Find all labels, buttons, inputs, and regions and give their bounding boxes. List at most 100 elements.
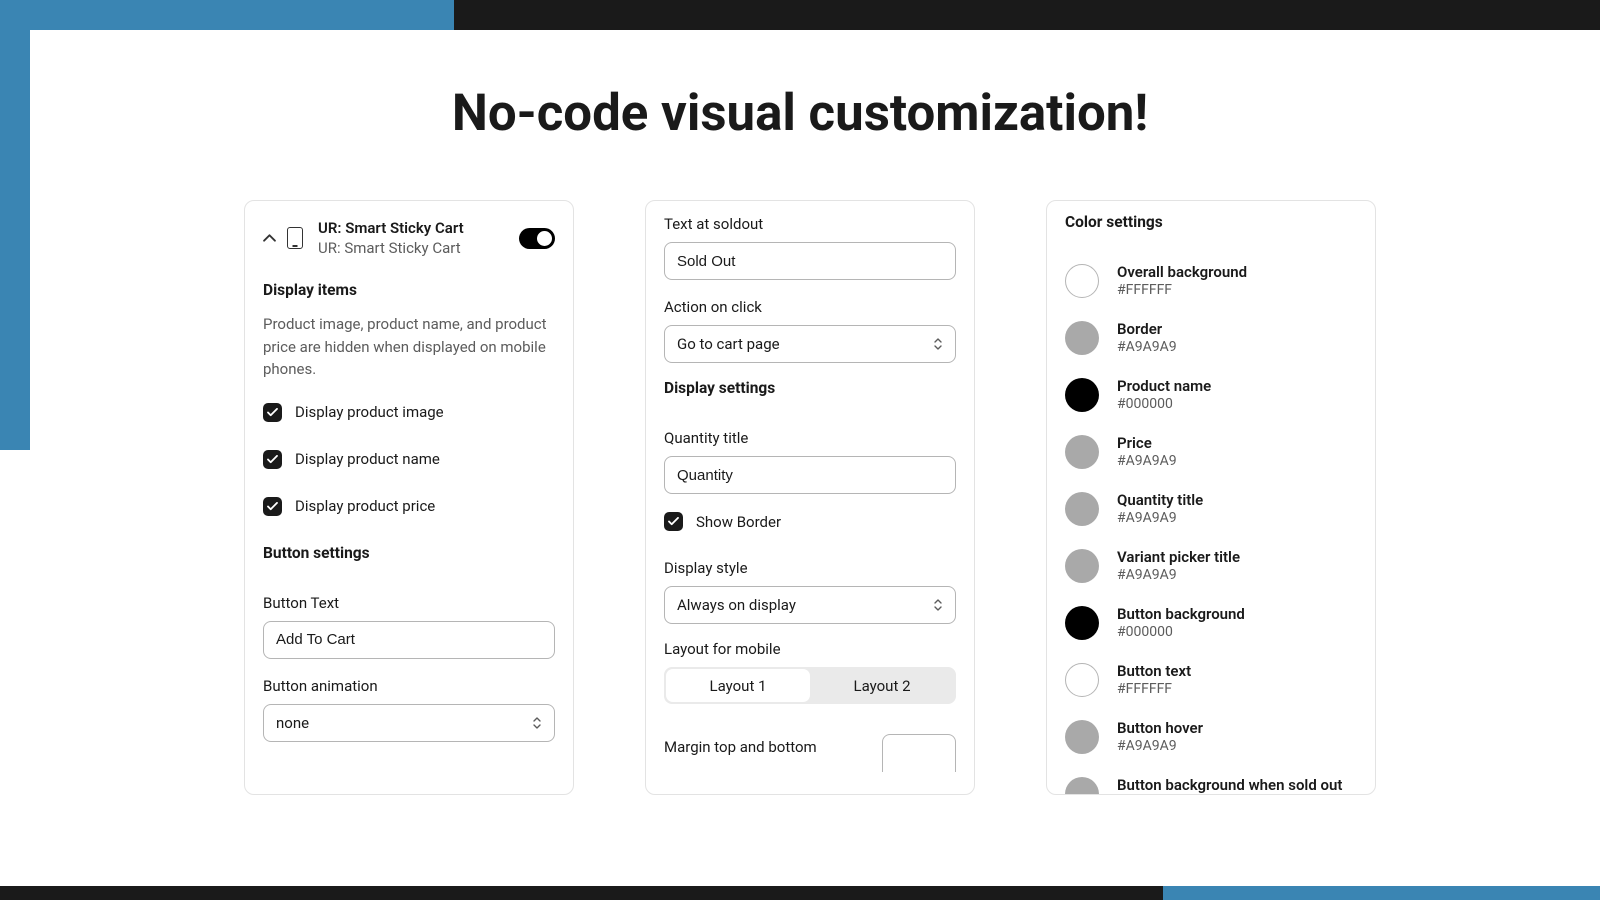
app-subtitle: UR: Smart Sticky Cart: [318, 239, 508, 257]
check-icon: [263, 450, 282, 469]
color-info: Button text#FFFFFF: [1117, 662, 1191, 697]
color-row[interactable]: Overall background#FFFFFF: [1065, 263, 1357, 298]
checkbox-label: Show Border: [696, 513, 781, 531]
color-label: Button background: [1117, 605, 1245, 623]
color-info: Variant picker title#A9A9A9: [1117, 548, 1240, 583]
color-info: Button background when sold out#A9A9A9: [1117, 776, 1342, 795]
color-hex: #A9A9A9: [1117, 738, 1203, 754]
layout-segmented-control: Layout 1 Layout 2: [664, 667, 956, 704]
panel-display-settings: Text at soldout Action on click Go to ca…: [645, 200, 975, 795]
layout-mobile-label: Layout for mobile: [664, 640, 956, 658]
checkbox-product-image[interactable]: Display product image: [263, 403, 555, 422]
color-swatch: [1065, 492, 1099, 526]
updown-icon: [933, 598, 943, 612]
color-label: Button hover: [1117, 719, 1203, 737]
app-enable-toggle[interactable]: [519, 228, 555, 249]
bg-accent-bottom-left: [0, 886, 1163, 900]
color-info: Border#A9A9A9: [1117, 320, 1177, 355]
canvas: No-code visual customization! UR: Smart …: [30, 30, 1570, 886]
color-hex: #A9A9A9: [1117, 339, 1177, 355]
color-swatch: [1065, 321, 1099, 355]
margin-row: Margin top and bottom: [664, 722, 956, 772]
color-swatch: [1065, 663, 1099, 697]
layout-1-button[interactable]: Layout 1: [666, 669, 810, 702]
color-label: Border: [1117, 320, 1177, 338]
chevron-up-icon[interactable]: [263, 232, 276, 245]
section-display-settings: Display settings: [664, 379, 956, 397]
color-hex: #000000: [1117, 624, 1245, 640]
color-swatch: [1065, 264, 1099, 298]
layout-2-button[interactable]: Layout 2: [810, 669, 954, 702]
checkbox-label: Display product image: [295, 403, 444, 421]
color-hex: #FFFFFF: [1117, 282, 1247, 298]
app-header: UR: Smart Sticky Cart UR: Smart Sticky C…: [263, 219, 555, 257]
panel-display-items: UR: Smart Sticky Cart UR: Smart Sticky C…: [244, 200, 574, 795]
button-animation-label: Button animation: [263, 677, 555, 695]
color-label: Product name: [1117, 377, 1211, 395]
color-swatch: [1065, 720, 1099, 754]
color-swatch: [1065, 435, 1099, 469]
soldout-text-input[interactable]: [664, 242, 956, 280]
checkbox-product-price[interactable]: Display product price: [263, 497, 555, 516]
button-animation-select[interactable]: none: [263, 704, 555, 742]
bg-accent-bottom-right: [1163, 886, 1600, 900]
quantity-title-input[interactable]: [664, 456, 956, 494]
updown-icon: [933, 337, 943, 351]
color-info: Overall background#FFFFFF: [1117, 263, 1247, 298]
color-hex: #000000: [1117, 396, 1211, 412]
color-row[interactable]: Button background when sold out#A9A9A9: [1065, 776, 1357, 795]
page-title: No-code visual customization!: [30, 84, 1570, 143]
color-info: Button background#000000: [1117, 605, 1245, 640]
color-label: Quantity title: [1117, 491, 1203, 509]
color-hex: #A9A9A9: [1117, 510, 1203, 526]
check-icon: [263, 403, 282, 422]
color-row[interactable]: Product name#000000: [1065, 377, 1357, 412]
bg-accent-top-right: [454, 0, 1600, 30]
check-icon: [664, 512, 683, 531]
color-list: Overall background#FFFFFFBorder#A9A9A9Pr…: [1065, 263, 1357, 795]
margin-input[interactable]: [882, 734, 956, 772]
updown-icon: [532, 716, 542, 730]
button-text-label: Button Text: [263, 594, 555, 612]
panel-color-settings: Color settings Overall background#FFFFFF…: [1046, 200, 1376, 795]
color-row[interactable]: Price#A9A9A9: [1065, 434, 1357, 469]
color-label: Button background when sold out: [1117, 776, 1342, 794]
color-row[interactable]: Quantity title#A9A9A9: [1065, 491, 1357, 526]
color-label: Variant picker title: [1117, 548, 1240, 566]
checkbox-label: Display product name: [295, 450, 440, 468]
color-hex: #A9A9A9: [1117, 567, 1240, 583]
check-icon: [263, 497, 282, 516]
soldout-text-label: Text at soldout: [664, 215, 956, 233]
color-label: Button text: [1117, 662, 1191, 680]
action-on-click-select[interactable]: Go to cart page: [664, 325, 956, 363]
app-title: UR: Smart Sticky Cart: [318, 219, 508, 237]
display-style-label: Display style: [664, 559, 956, 577]
color-hex: #A9A9A9: [1117, 453, 1177, 469]
panels-row: UR: Smart Sticky Cart UR: Smart Sticky C…: [244, 200, 1376, 795]
checkbox-label: Display product price: [295, 497, 435, 515]
select-value: Go to cart page: [677, 335, 780, 353]
checkbox-show-border[interactable]: Show Border: [664, 512, 956, 531]
display-items-desc: Product image, product name, and product…: [263, 313, 555, 381]
color-swatch: [1065, 606, 1099, 640]
section-color-settings: Color settings: [1065, 213, 1357, 231]
color-info: Quantity title#A9A9A9: [1117, 491, 1203, 526]
display-style-select[interactable]: Always on display: [664, 586, 956, 624]
margin-label: Margin top and bottom: [664, 738, 817, 756]
color-swatch: [1065, 777, 1099, 796]
color-swatch: [1065, 549, 1099, 583]
color-row[interactable]: Button background#000000: [1065, 605, 1357, 640]
color-row[interactable]: Border#A9A9A9: [1065, 320, 1357, 355]
mobile-icon: [287, 227, 303, 249]
color-label: Overall background: [1117, 263, 1247, 281]
section-button-settings: Button settings: [263, 544, 555, 562]
button-text-input[interactable]: [263, 621, 555, 659]
action-on-click-label: Action on click: [664, 298, 956, 316]
color-info: Product name#000000: [1117, 377, 1211, 412]
color-row[interactable]: Button hover#A9A9A9: [1065, 719, 1357, 754]
color-row[interactable]: Variant picker title#A9A9A9: [1065, 548, 1357, 583]
checkbox-product-name[interactable]: Display product name: [263, 450, 555, 469]
color-hex: #FFFFFF: [1117, 681, 1191, 697]
color-row[interactable]: Button text#FFFFFF: [1065, 662, 1357, 697]
color-info: Button hover#A9A9A9: [1117, 719, 1203, 754]
